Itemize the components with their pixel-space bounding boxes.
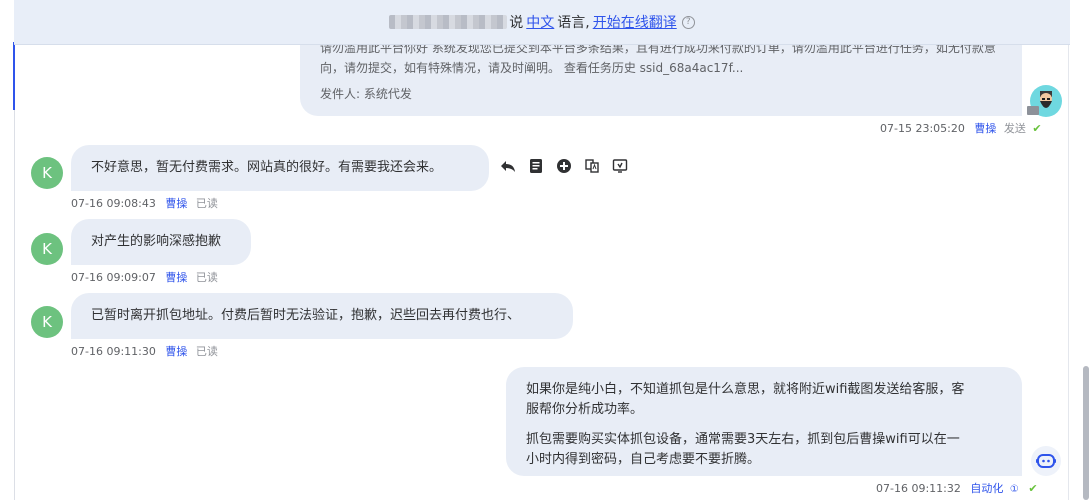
message-bubble: 已暂时离开抓包地址。付费后暂时无法验证，抱歉，迟些回去再付费也行、 xyxy=(71,293,573,339)
message-time: 07-16 09:08:43 xyxy=(71,197,156,210)
message-author[interactable]: 曹操 xyxy=(165,345,187,358)
message-bubble: 不好意思，暂无付费需求。网站真的很好。有需要我还会来。 xyxy=(71,145,489,191)
info-icon[interactable]: ① xyxy=(1010,484,1019,495)
message-status: 已读 xyxy=(195,271,218,284)
message-text: 已暂时离开抓包地址。付费后暂时无法验证，抱歉，迟些回去再付费也行、 xyxy=(91,308,521,323)
message-text-line: 服帮你分析成功率。 xyxy=(526,402,644,417)
customer-avatar: K xyxy=(31,233,63,265)
message-status: 已读 xyxy=(195,345,218,358)
check-circle-icon: ✔ xyxy=(1028,482,1038,495)
message-text: 对产生的影响深感抱歉 xyxy=(91,234,222,249)
customer-avatar: K xyxy=(31,306,63,338)
scrollbar[interactable] xyxy=(1083,366,1089,500)
message-time: 07-16 09:11:32 xyxy=(876,482,961,495)
help-icon[interactable]: ? xyxy=(681,15,695,29)
message-time: 07-15 23:05:20 xyxy=(880,122,965,135)
message-meta: 07-16 09:11:32 自动化 ① ✔ xyxy=(876,480,1038,496)
message-author[interactable]: 曹操 xyxy=(165,197,187,210)
message-status: 已读 xyxy=(195,197,218,210)
assistant-robot-button[interactable] xyxy=(1031,446,1061,476)
message-author[interactable]: 自动化 xyxy=(970,482,1003,495)
message-bubble-auto: 如果你是纯小白，不知道抓包是什么意思，就将附近wifi截图发送给客服，客 服帮你… xyxy=(506,367,1022,476)
message-time: 07-16 09:09:07 xyxy=(71,271,156,284)
translate-icon[interactable] xyxy=(584,158,600,174)
message-author[interactable]: 曹操 xyxy=(974,122,996,135)
system-message-line: 向，请勿提交，如有特殊情况，请及时阐明。 查看任务历史 ssid_68a4ac1… xyxy=(320,61,744,75)
message-text: 不好意思，暂无付费需求。网站真的很好。有需要我还会来。 xyxy=(91,160,443,175)
translate-prefix: 说 xyxy=(509,15,524,31)
message-text-line: 如果你是纯小白，不知道抓包是什么意思，就将附近wifi截图发送给客服，客 xyxy=(526,382,965,397)
blurred-language-name xyxy=(389,15,508,29)
message-text-line: 小时内得到密码，自己考虑要不要折腾。 xyxy=(526,452,761,467)
customer-avatar: K xyxy=(31,157,63,189)
language-link[interactable]: 中文 xyxy=(526,12,554,32)
translate-banner: 说 中文 语言, 开始在线翻译 ? xyxy=(14,0,1070,45)
message-meta: 07-16 09:08:43 曹操 已读 xyxy=(71,195,218,211)
message-author[interactable]: 曹操 xyxy=(165,271,187,284)
screen-icon[interactable] xyxy=(612,158,628,174)
message-bubble: 对产生的影响深感抱歉 xyxy=(71,219,251,265)
check-circle-icon: ✔ xyxy=(1032,122,1042,135)
robot-icon xyxy=(1036,454,1056,468)
add-circle-icon[interactable] xyxy=(556,158,572,174)
reply-icon[interactable] xyxy=(500,158,516,174)
left-accent-bar xyxy=(13,42,15,110)
translate-lang-suffix: 语言, xyxy=(557,15,590,31)
sender-line: 发件人: 系统代发 xyxy=(320,87,412,101)
message-meta: 07-15 23:05:20 曹操 发送 ✔ xyxy=(880,120,1042,136)
message-status: 发送 xyxy=(1003,122,1026,135)
message-meta: 07-16 09:11:30 曹操 已读 xyxy=(71,343,218,359)
message-text-line: 抓包需要购买实体抓包设备，通常需要3天左右，抓到包后曹操wifi可以在一 xyxy=(526,432,960,447)
start-translate-link[interactable]: 开始在线翻译 xyxy=(593,12,677,32)
note-icon[interactable] xyxy=(528,158,544,174)
message-meta: 07-16 09:09:07 曹操 已读 xyxy=(71,269,218,285)
message-toolbar xyxy=(500,158,628,174)
message-time: 07-16 09:11:30 xyxy=(71,345,156,358)
mail-icon xyxy=(1027,106,1039,115)
